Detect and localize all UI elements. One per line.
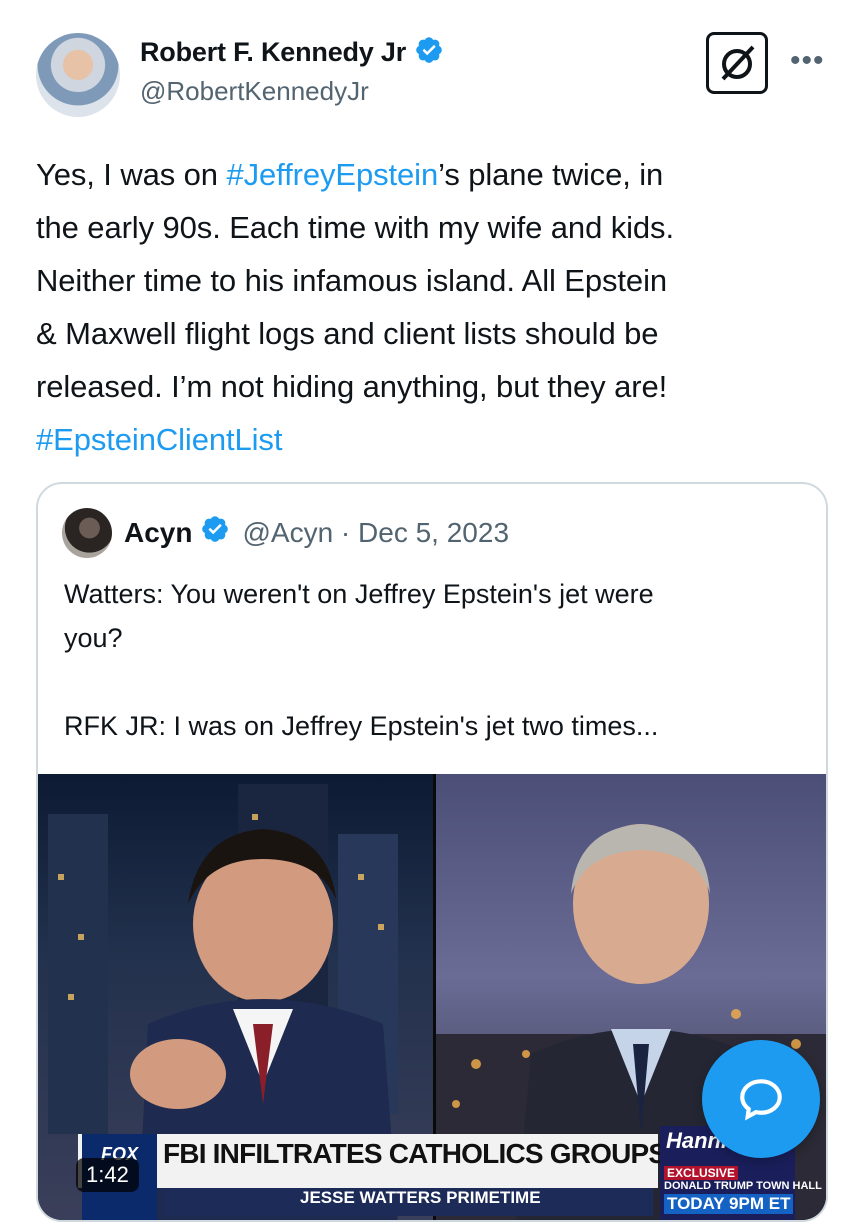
- quoted-line: you?: [64, 623, 123, 653]
- quoted-text: Watters: You weren't on Jeffrey Epstein'…: [64, 572, 804, 748]
- quoted-blank-line: [64, 660, 804, 704]
- tweet-line: the early 90s. Each time with my wife an…: [36, 210, 674, 245]
- promo-event: DONALD TRUMP TOWN HALL: [664, 1180, 822, 1192]
- quoted-author-avatar[interactable]: [62, 508, 112, 558]
- tweet-line: Yes, I was on #JeffreyEpstein’s plane tw…: [36, 148, 836, 201]
- author-name[interactable]: Robert F. Kennedy Jr: [140, 37, 406, 68]
- tweet-text-segment: Yes, I was on: [36, 157, 227, 192]
- tweet-line: Neither time to his infamous island. All…: [36, 263, 668, 298]
- more-icon[interactable]: •••: [790, 44, 825, 78]
- hashtag-link[interactable]: #EpsteinClientList: [36, 413, 836, 466]
- quoted-header: Acyn @Acyn · Dec 5, 2023: [124, 514, 509, 551]
- video-duration: 1:42: [76, 1158, 139, 1192]
- hashtag-link[interactable]: #JeffreyEpstein: [226, 157, 438, 192]
- author-row: Robert F. Kennedy Jr: [140, 35, 444, 70]
- quoted-line: RFK JR: I was on Jeffrey Epstein's jet t…: [64, 711, 659, 741]
- news-subchyron: JESSE WATTERS PRIMETIME: [300, 1188, 541, 1207]
- quoted-author-name[interactable]: Acyn: [124, 517, 192, 549]
- tweet-line: & Maxwell flight logs and client lists s…: [36, 316, 659, 351]
- video-player[interactable]: FOX FBI INFILTRATES CATHOLICS GROUPS JES…: [38, 774, 826, 1220]
- reply-fab[interactable]: [702, 1040, 820, 1158]
- tweet-text-segment: ’s plane twice, in: [438, 157, 664, 192]
- tweet-line: released. I’m not hiding anything, but t…: [36, 369, 668, 404]
- grok-icon[interactable]: [706, 32, 768, 94]
- verified-icon: [414, 35, 444, 70]
- meta-separator: ·: [333, 516, 359, 548]
- quoted-line: Watters: You weren't on Jeffrey Epstein'…: [64, 579, 654, 609]
- author-handle[interactable]: @RobertKennedyJr: [140, 76, 369, 107]
- tweet-text: Yes, I was on #JeffreyEpstein’s plane tw…: [36, 148, 836, 466]
- verified-icon: [200, 514, 230, 551]
- quoted-meta: @Acyn · Dec 5, 2023: [242, 517, 509, 549]
- author-avatar[interactable]: [36, 33, 120, 117]
- promo-time: TODAY 9PM ET: [664, 1194, 794, 1214]
- promo-tag: EXCLUSIVE: [664, 1166, 739, 1180]
- quoted-author-handle[interactable]: @Acyn: [242, 517, 333, 548]
- quoted-date[interactable]: Dec 5, 2023: [358, 517, 509, 548]
- news-chyron: FBI INFILTRATES CATHOLICS GROUPS: [163, 1138, 667, 1169]
